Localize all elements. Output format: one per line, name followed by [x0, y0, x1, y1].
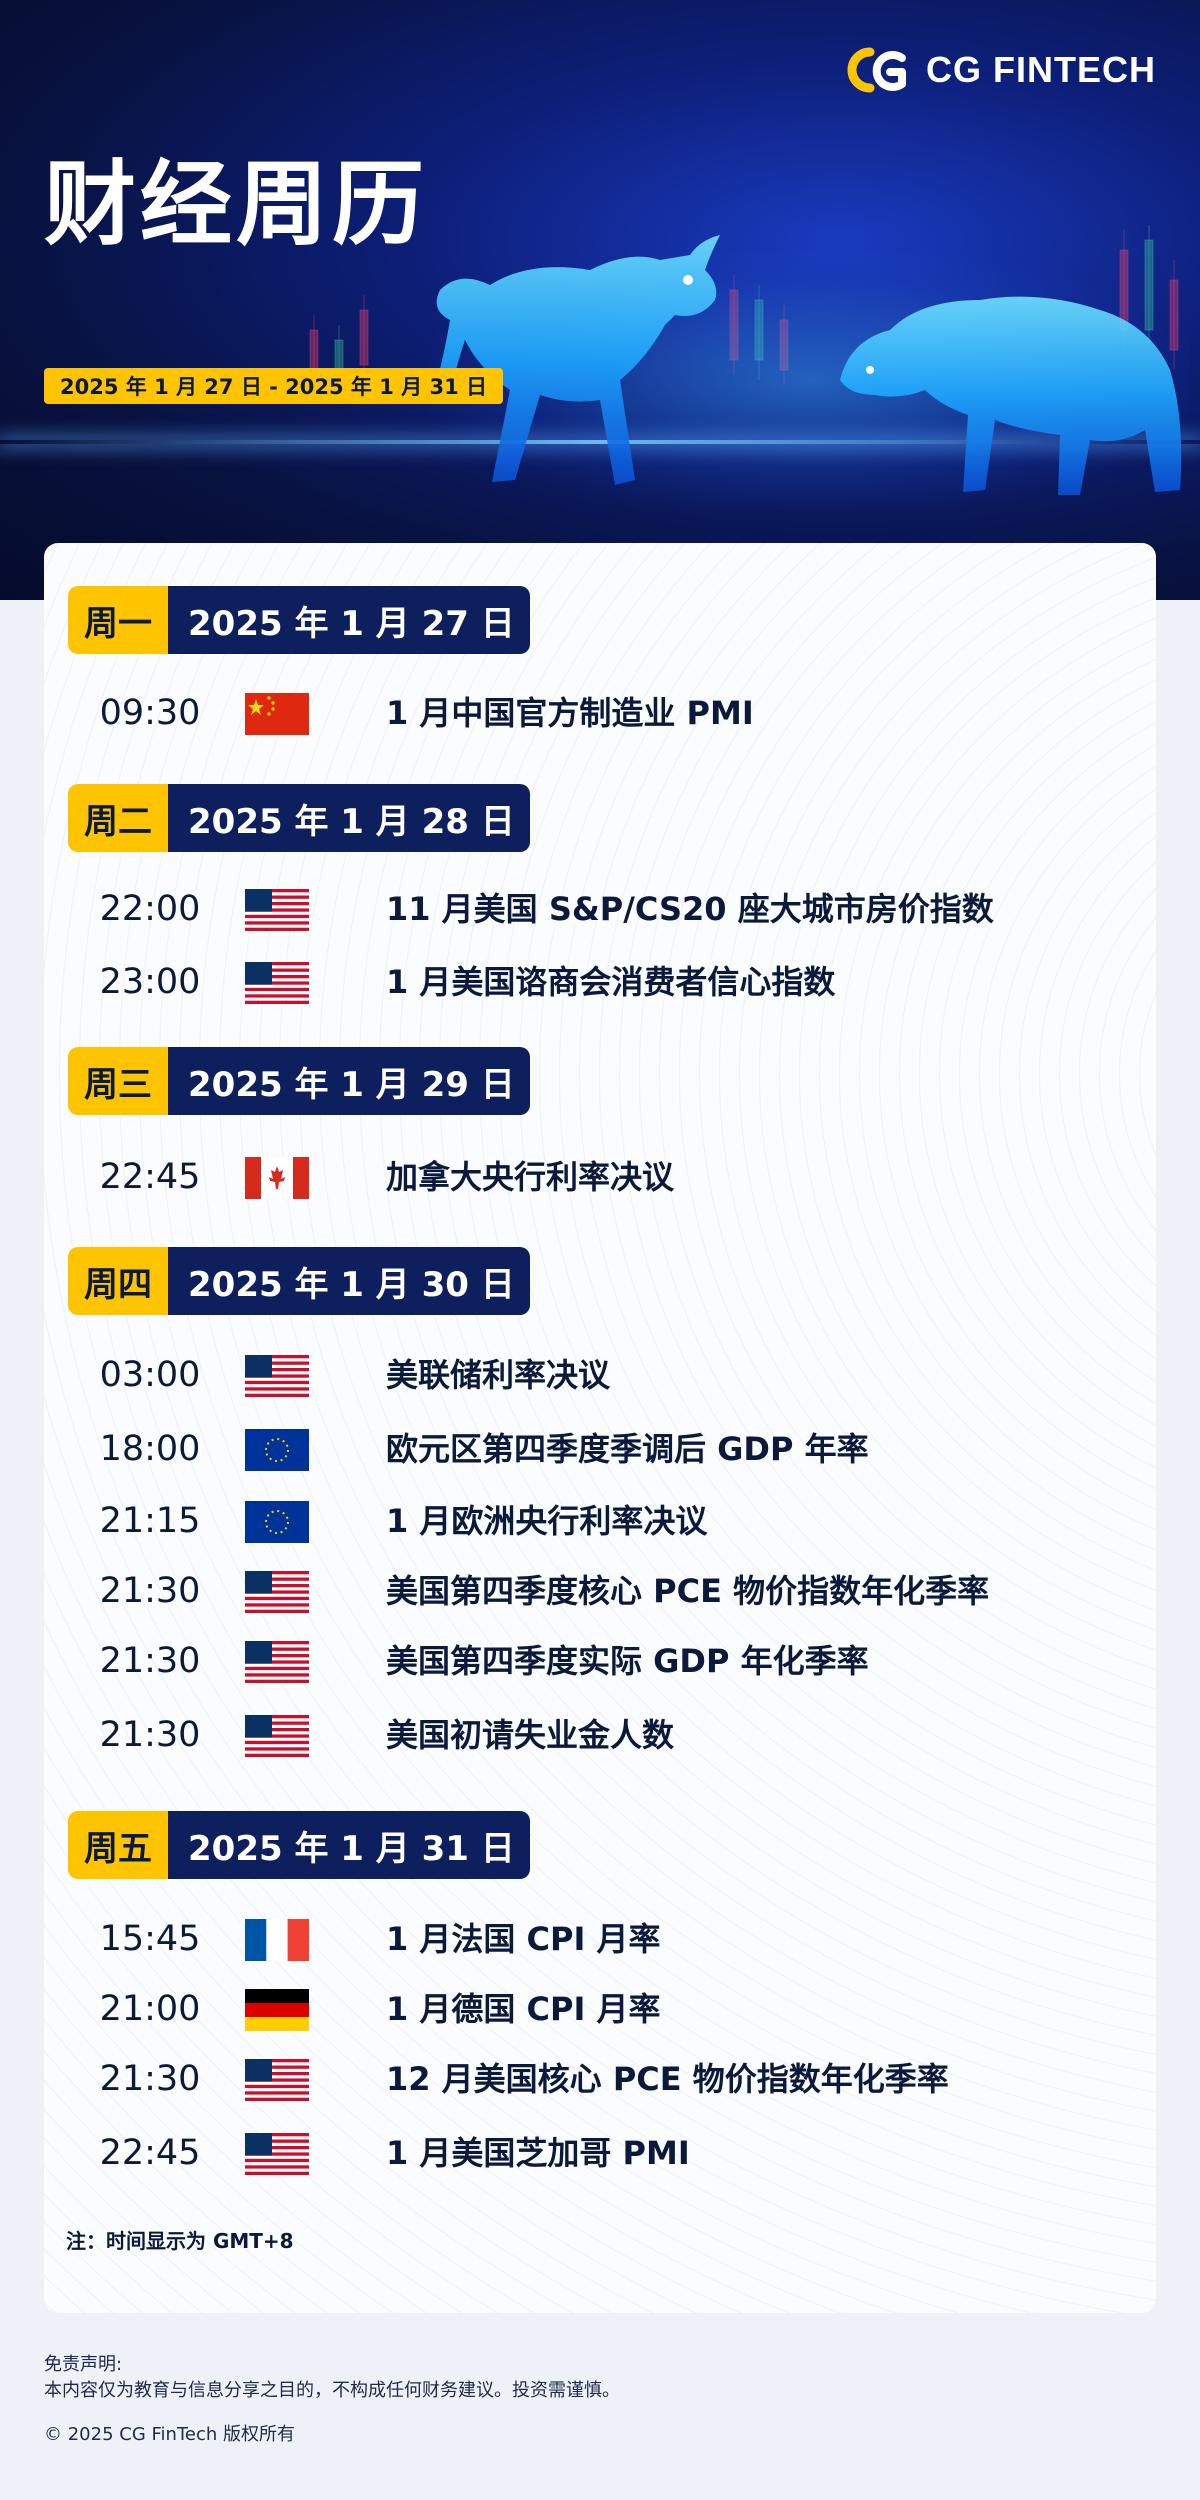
usa-flag-icon [245, 2133, 309, 2175]
eu-flag-icon [245, 1501, 309, 1543]
calendar-card: 周一 2025 年 1 月 27 日 09:30 1 月中国官方制造业 PMI … [44, 543, 1156, 2313]
brand-logo: CG FINTECH [840, 44, 1156, 96]
cg-logo-icon [847, 47, 906, 93]
day-date: 2025 年 1 月 31 日 [168, 1811, 530, 1879]
usa-flag-icon [245, 1571, 309, 1613]
day-date: 2025 年 1 月 27 日 [168, 586, 530, 654]
event-row: 03:00 美联储利率决议 [44, 1347, 1156, 1403]
event-title: 欧元区第四季度季调后 GDP 年率 [386, 1430, 869, 1468]
day-header-friday: 周五 2025 年 1 月 31 日 [68, 1811, 530, 1879]
event-title: 美国第四季度核心 PCE 物价指数年化季率 [386, 1572, 990, 1610]
disclaimer-title: 免责声明: [44, 2354, 123, 2375]
event-row: 22:00 11 月美国 S&P/CS20 座大城市房价指数 [44, 881, 1156, 937]
event-time: 21:30 [99, 2059, 201, 2099]
china-flag-icon [245, 693, 309, 735]
event-row: 21:30 美国第四季度核心 PCE 物价指数年化季率 [44, 1563, 1156, 1619]
france-flag-icon [245, 1919, 309, 1961]
day-tag: 周四 [68, 1247, 168, 1315]
day-header-tuesday: 周二 2025 年 1 月 28 日 [68, 784, 530, 852]
event-time: 03:00 [99, 1355, 201, 1395]
germany-flag-icon [245, 1989, 309, 2031]
event-time: 21:30 [99, 1571, 201, 1611]
usa-flag-icon [245, 889, 309, 931]
event-row: 22:45 加拿大央行利率决议 [44, 1149, 1156, 1205]
event-title: 1 月中国官方制造业 PMI [386, 694, 754, 732]
event-title: 1 月美国谘商会消费者信心指数 [386, 963, 836, 1001]
day-tag: 周二 [68, 784, 168, 852]
disclaimer-text: 本内容仅为教育与信息分享之目的，不构成任何财务建议。投资需谨慎。 [44, 2380, 620, 2401]
event-row: 22:45 1 月美国芝加哥 PMI [44, 2125, 1156, 2181]
day-date: 2025 年 1 月 30 日 [168, 1247, 530, 1315]
logo-text: CG FINTECH [926, 49, 1156, 90]
event-time: 09:30 [99, 693, 201, 733]
event-row: 15:45 1 月法国 CPI 月率 [44, 1911, 1156, 1967]
event-title: 1 月欧洲央行利率决议 [386, 1502, 708, 1540]
event-row: 21:30 美国初请失业金人数 [44, 1707, 1156, 1763]
event-time: 21:30 [99, 1715, 201, 1755]
event-title: 1 月美国芝加哥 PMI [386, 2134, 690, 2172]
page-title: 财经周历 [44, 151, 429, 258]
bull-and-bear-icon [435, 235, 1182, 495]
day-date: 2025 年 1 月 29 日 [168, 1047, 530, 1115]
usa-flag-icon [245, 962, 309, 1004]
usa-flag-icon [245, 1641, 309, 1683]
event-title: 1 月德国 CPI 月率 [386, 1990, 661, 2028]
day-tag: 周五 [68, 1811, 168, 1879]
copyright: © 2025 CG FinTech 版权所有 [44, 2424, 295, 2445]
day-header-wednesday: 周三 2025 年 1 月 29 日 [68, 1047, 530, 1115]
event-title: 美联储利率决议 [386, 1356, 611, 1394]
event-title: 11 月美国 S&P/CS20 座大城市房价指数 [386, 890, 994, 928]
event-time: 22:00 [99, 889, 201, 929]
usa-flag-icon [245, 1355, 309, 1397]
event-time: 18:00 [99, 1429, 201, 1469]
event-row: 21:00 1 月德国 CPI 月率 [44, 1981, 1156, 2037]
event-row: 21:15 1 月欧洲央行利率决议 [44, 1493, 1156, 1549]
event-row: 09:30 1 月中国官方制造业 PMI [44, 685, 1156, 741]
day-header-monday: 周一 2025 年 1 月 27 日 [68, 586, 530, 654]
day-header-thursday: 周四 2025 年 1 月 30 日 [68, 1247, 530, 1315]
event-time: 21:15 [99, 1501, 201, 1541]
hero-banner: CG FINTECH 财经周历 2025 年 1 月 27 日 - 2025 年… [0, 0, 1200, 600]
event-row: 23:00 1 月美国谘商会消费者信心指数 [44, 954, 1156, 1010]
timezone-note: 注：时间显示为 GMT+8 [66, 2229, 294, 2253]
event-time: 15:45 [99, 1919, 201, 1959]
event-time: 22:45 [99, 2133, 201, 2173]
canada-flag-icon [245, 1157, 309, 1199]
date-range-badge: 2025 年 1 月 27 日 - 2025 年 1 月 31 日 [44, 368, 504, 404]
day-date: 2025 年 1 月 28 日 [168, 784, 530, 852]
day-tag: 周一 [68, 586, 168, 654]
usa-flag-icon [245, 2059, 309, 2101]
event-time: 23:00 [99, 962, 201, 1002]
event-row: 18:00 欧元区第四季度季调后 GDP 年率 [44, 1421, 1156, 1477]
event-title: 1 月法国 CPI 月率 [386, 1920, 661, 1958]
event-time: 21:00 [99, 1989, 201, 2029]
event-title: 美国第四季度实际 GDP 年化季率 [386, 1642, 869, 1680]
event-title: 美国初请失业金人数 [386, 1716, 675, 1754]
event-time: 22:45 [99, 1157, 201, 1197]
event-row: 21:30 12 月美国核心 PCE 物价指数年化季率 [44, 2051, 1156, 2107]
usa-flag-icon [245, 1715, 309, 1757]
event-row: 21:30 美国第四季度实际 GDP 年化季率 [44, 1633, 1156, 1689]
day-tag: 周三 [68, 1047, 168, 1115]
event-title: 加拿大央行利率决议 [386, 1158, 675, 1196]
event-time: 21:30 [99, 1641, 201, 1681]
event-title: 12 月美国核心 PCE 物价指数年化季率 [386, 2060, 949, 2098]
disclaimer: 免责声明: 本内容仅为教育与信息分享之目的，不构成任何财务建议。投资需谨慎。 [44, 2352, 620, 2404]
eu-flag-icon [245, 1429, 309, 1471]
